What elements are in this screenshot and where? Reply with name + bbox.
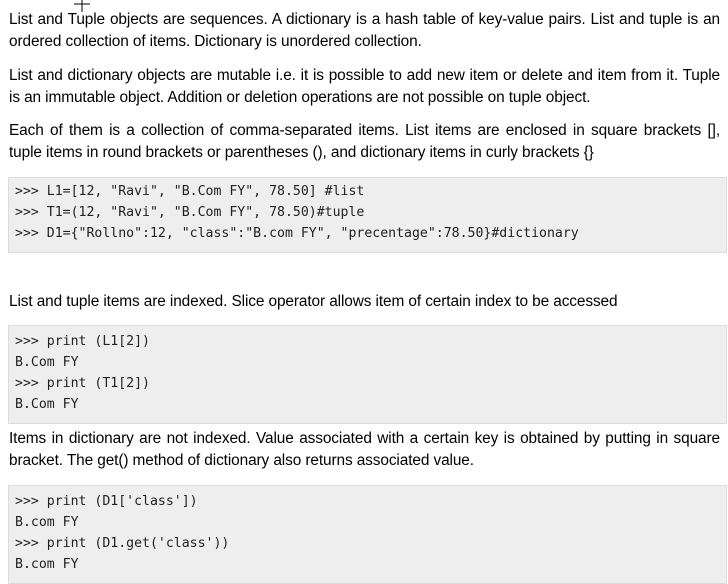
- paragraph-mutability: List and dictionary objects are mutable …: [9, 67, 720, 106]
- code-block-dictionary-get: >>> print (D1['class']) B.com FY >>> pri…: [8, 485, 727, 584]
- code-block-definitions: >>> L1=[12, "Ravi", "B.Com FY", 78.50] #…: [8, 177, 727, 253]
- paragraph-sequences-intro: List and Tuple objects are sequences. A …: [9, 11, 720, 50]
- code-block-slice: >>> print (L1[2]) B.Com FY >>> print (T1…: [8, 325, 727, 424]
- crosshair-cursor-icon: [74, 0, 90, 12]
- paragraph-dictionary-access: Items in dictionary are not indexed. Val…: [9, 430, 720, 469]
- paragraph-indexing: List and tuple items are indexed. Slice …: [9, 293, 618, 310]
- paragraph-brackets: Each of them is a collection of comma-se…: [9, 122, 720, 161]
